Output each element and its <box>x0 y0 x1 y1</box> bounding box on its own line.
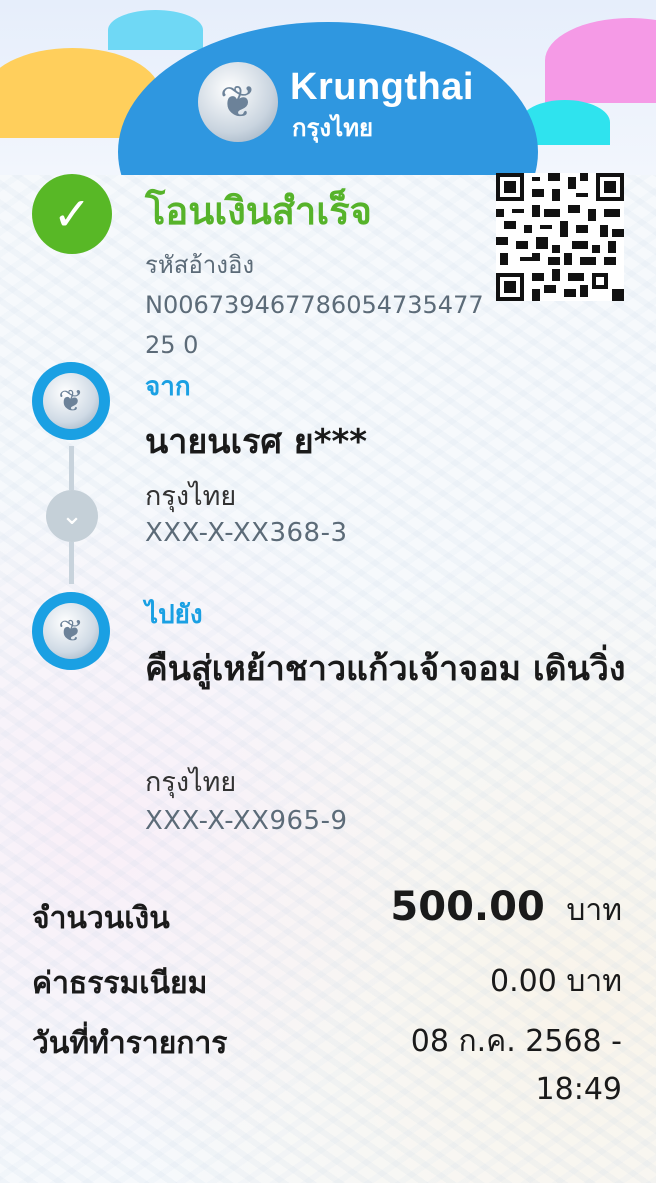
receipt-content: ✓ โอนเงินสำเร็จ รหัสอ้างอิง N00673946778… <box>0 0 656 1183</box>
timeline-line <box>69 446 74 490</box>
to-label: ไปยัง <box>145 600 203 630</box>
amount-value-group: 500.00 บาท <box>390 884 622 934</box>
amount-unit: บาท <box>566 893 622 928</box>
sender-account: XXX-X-XX368-3 <box>145 518 348 548</box>
time-value: 18:49 <box>535 1072 622 1107</box>
fee-value: 0.00 บาท <box>490 964 622 999</box>
recipient-name: คืนสู่เหย้าชาวแก้วเจ้าจอม เดินวิ่ง <box>145 649 626 689</box>
krungthai-logo-icon: ❦ <box>43 603 99 659</box>
date-value: 08 ก.ค. 2568 - <box>410 1024 622 1059</box>
fee-label: ค่าธรรมเนียม <box>32 966 208 1001</box>
status-title: โอนเงินสำเร็จ <box>145 189 372 233</box>
recipient-bank: กรุงไทย <box>145 767 237 798</box>
amount-value: 500.00 <box>390 884 545 930</box>
sender-name: นายนเรศ ย*** <box>145 422 368 462</box>
recipient-bank-avatar: ❦ <box>32 592 110 670</box>
reference-label: รหัสอ้างอิง <box>145 251 255 279</box>
check-icon: ✓ <box>32 174 112 254</box>
amount-label: จำนวนเงิน <box>32 901 170 936</box>
sender-bank-avatar: ❦ <box>32 362 110 440</box>
sender-bank: กรุงไทย <box>145 481 237 512</box>
date-label: วันที่ทำรายการ <box>32 1026 228 1061</box>
timeline-line <box>69 542 74 584</box>
qr-code-icon[interactable] <box>496 173 624 301</box>
reference-value: N00673946778605473547725 0 <box>145 291 484 359</box>
krungthai-logo-icon: ❦ <box>43 373 99 429</box>
chevron-down-icon: ⌄ <box>46 490 98 542</box>
from-label: จาก <box>145 372 191 402</box>
recipient-account: XXX-X-XX965-9 <box>145 806 348 836</box>
